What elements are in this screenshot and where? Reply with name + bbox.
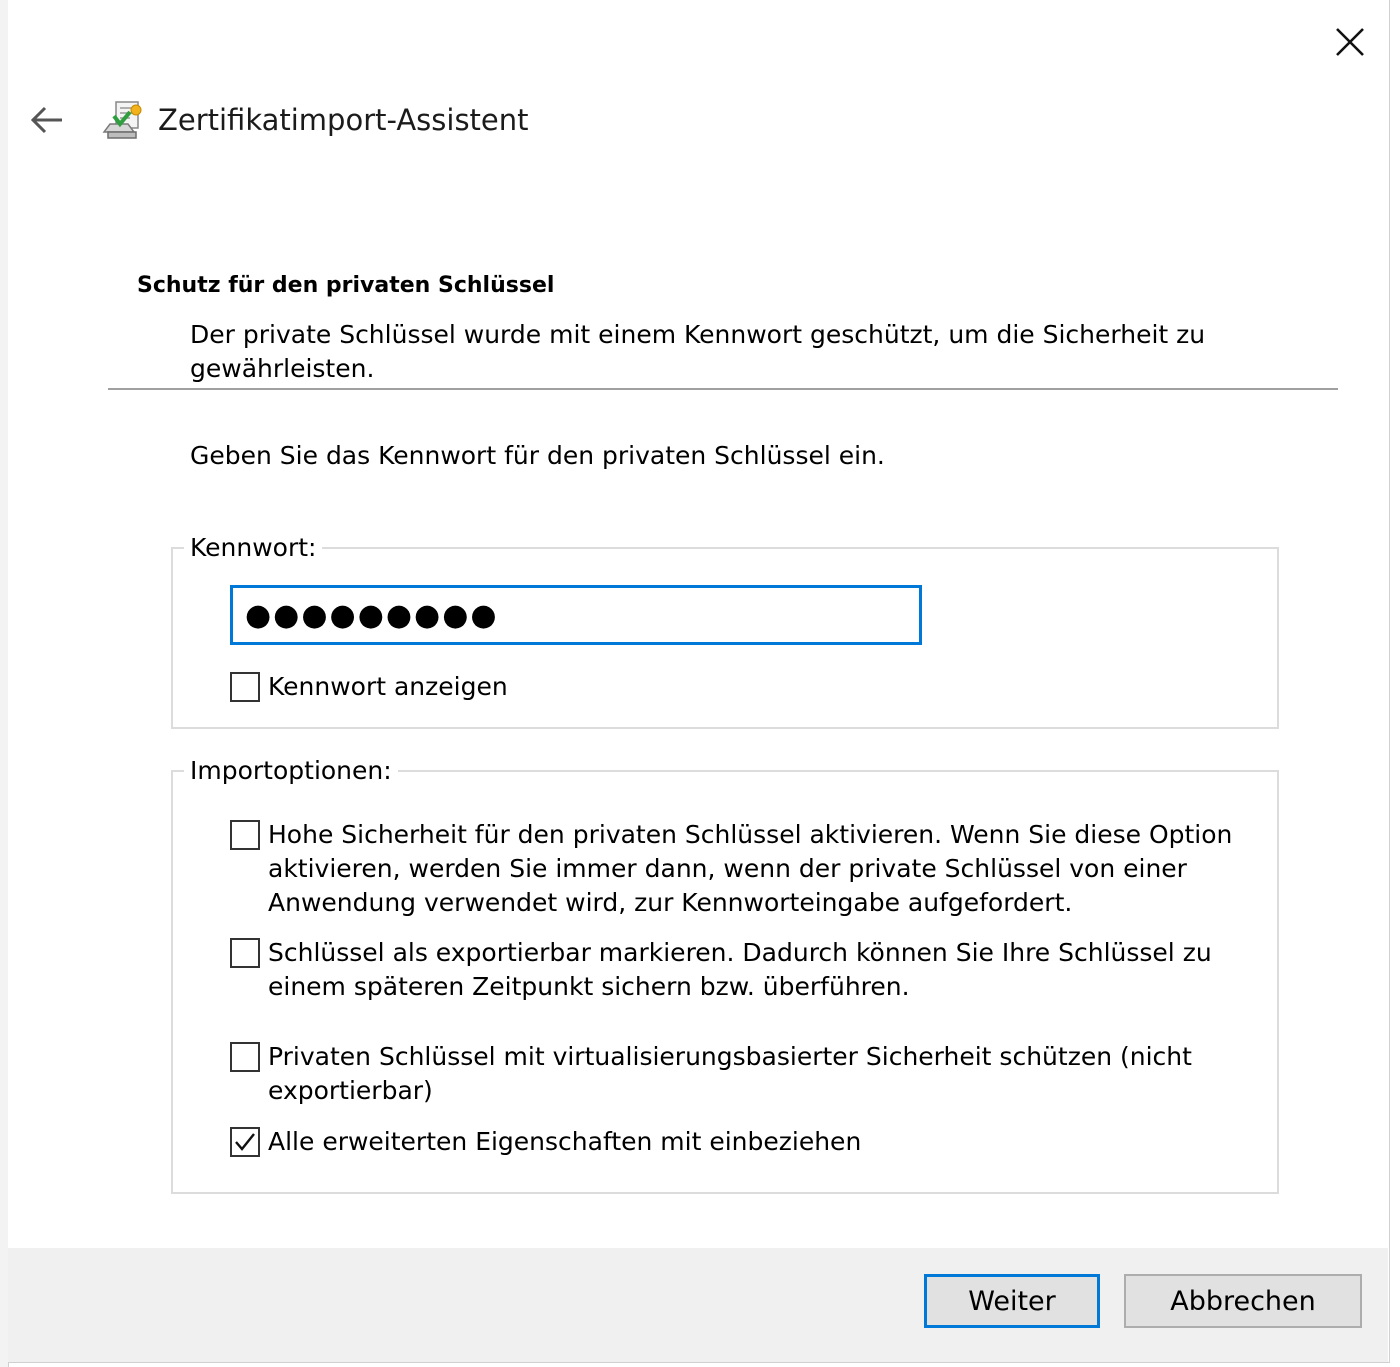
next-button[interactable]: Weiter	[924, 1274, 1100, 1328]
certificate-import-dialog: Zertifikatimport-Assistent Schutz für de…	[8, 0, 1390, 1363]
section-title: Schutz für den privaten Schlüssel	[137, 273, 555, 298]
section-description: Der private Schlüssel wurde mit einem Ke…	[190, 320, 1206, 383]
high-security-checkbox[interactable]	[230, 820, 260, 850]
certificate-import-icon	[102, 98, 146, 142]
high-security-label: Hohe Sicherheit für den privaten Schlüss…	[268, 820, 1233, 917]
option-extended-properties[interactable]: Alle erweiterten Eigenschaften mit einbe…	[230, 1125, 1240, 1159]
extended-properties-checkbox[interactable]	[230, 1127, 260, 1157]
option-vbs-protection[interactable]: Privaten Schlüssel mit virtualisierungsb…	[230, 1040, 1240, 1108]
extended-properties-label: Alle erweiterten Eigenschaften mit einbe…	[268, 1127, 862, 1156]
show-password-option[interactable]: Kennwort anzeigen	[230, 670, 508, 704]
show-password-label: Kennwort anzeigen	[268, 672, 508, 701]
password-input[interactable]: ●●●●●●●●●	[230, 585, 922, 645]
header-divider	[108, 388, 1338, 390]
option-exportable[interactable]: Schlüssel als exportierbar markieren. Da…	[230, 936, 1240, 1004]
cancel-button[interactable]: Abbrechen	[1124, 1274, 1362, 1328]
password-instruction: Geben Sie das Kennwort für den privaten …	[190, 441, 885, 470]
wizard-title: Zertifikatimport-Assistent	[158, 103, 529, 137]
import-options-legend: Importoptionen:	[184, 754, 398, 788]
exportable-label: Schlüssel als exportierbar markieren. Da…	[268, 938, 1212, 1001]
vbs-protection-label: Privaten Schlüssel mit virtualisierungsb…	[268, 1042, 1192, 1105]
checkmark-icon	[235, 1133, 255, 1151]
back-button[interactable]	[24, 98, 70, 142]
vbs-protection-checkbox[interactable]	[230, 1042, 260, 1072]
back-arrow-icon	[30, 106, 62, 134]
exportable-checkbox[interactable]	[230, 938, 260, 968]
option-high-security[interactable]: Hohe Sicherheit für den privaten Schlüss…	[230, 818, 1240, 920]
close-icon	[1336, 28, 1364, 56]
password-group-legend: Kennwort:	[184, 531, 323, 565]
show-password-checkbox[interactable]	[230, 672, 260, 702]
close-button[interactable]	[1326, 20, 1374, 64]
